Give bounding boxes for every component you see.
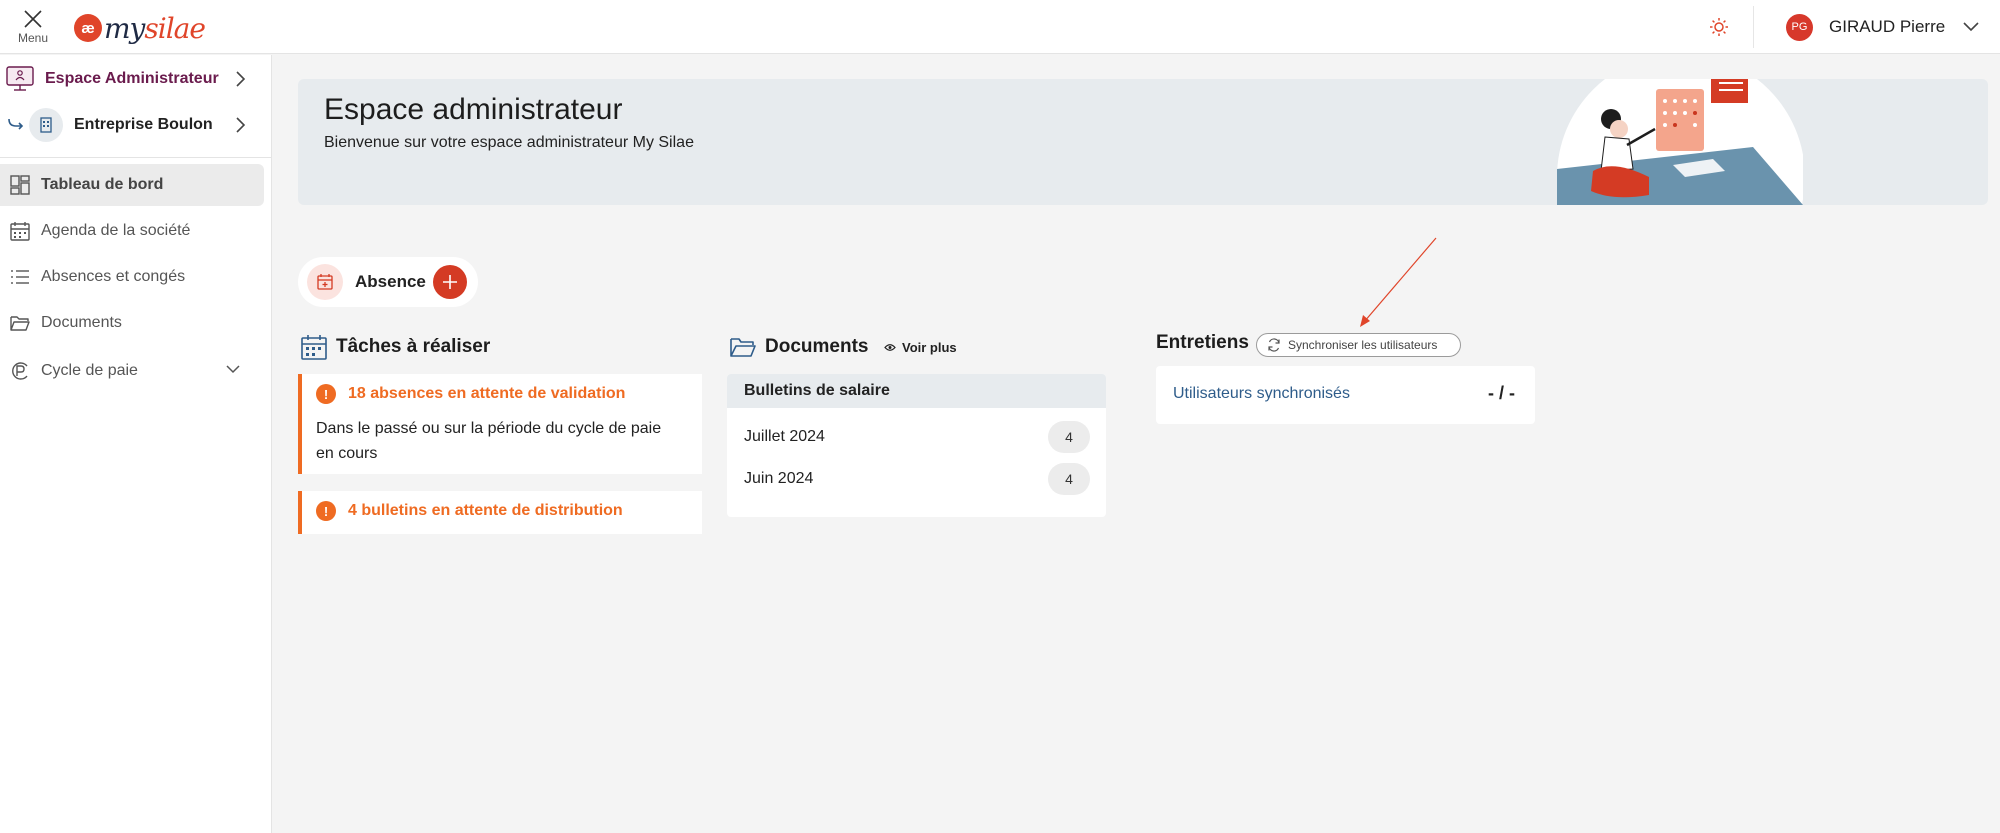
document-count-badge: 4 <box>1048 421 1090 453</box>
annotation-arrow <box>1360 237 1437 327</box>
see-more-link[interactable]: Voir plus <box>884 340 957 355</box>
warning-icon: ! <box>316 384 336 404</box>
list-item[interactable]: Juillet 2024 4 <box>727 420 1106 454</box>
chevron-down-icon <box>226 365 240 374</box>
see-more-label: Voir plus <box>902 340 957 355</box>
close-icon <box>24 10 42 28</box>
folder-icon <box>730 338 756 357</box>
mysilae-logo[interactable]: æ mysilae <box>74 8 206 48</box>
sidebar-item-label: Absences et congés <box>41 268 186 285</box>
building-icon <box>29 108 63 142</box>
sidebar-item-label: Tableau de bord <box>41 176 164 193</box>
sub-arrow-icon <box>8 118 24 130</box>
page-subtitle: Bienvenue sur votre espace administrateu… <box>324 134 694 151</box>
task-description: Dans le passé ou sur la période du cycle… <box>316 420 662 462</box>
logo-text: mysilae <box>104 11 206 45</box>
sidebar-item-agenda[interactable]: Agenda de la société <box>0 210 264 252</box>
sidebar-item-label: Agenda de la société <box>41 222 191 239</box>
task-item[interactable]: ! 4 bulletins en attente de distribution <box>298 491 702 534</box>
payroll-icon <box>12 362 28 380</box>
sidebar-item-payroll-cycle[interactable]: Cycle de paie <box>0 350 264 392</box>
calendar-absence-icon <box>307 264 343 300</box>
interviews-title: Entretiens <box>1156 332 1249 353</box>
space-admin-label: Espace Administrateur <box>45 70 219 87</box>
plus-icon <box>443 275 457 289</box>
list-icon <box>11 270 29 284</box>
add-absence-button[interactable] <box>433 265 467 299</box>
calendar-icon <box>10 222 30 241</box>
sidebar-item-label: Cycle de paie <box>41 362 138 379</box>
welcome-banner: Espace administrateur Bienvenue sur votr… <box>298 79 1988 205</box>
sidebar-item-label: Documents <box>41 314 122 331</box>
tasks-title: Tâches à réaliser <box>336 336 491 357</box>
task-title: 18 absences en attente de validation <box>348 385 626 402</box>
interviews-header: Entretiens <box>1148 328 1249 358</box>
list-item[interactable]: Juin 2024 4 <box>727 462 1106 496</box>
top-bar: Menu æ mysilae PG GIRAUD Pierre <box>0 0 2000 54</box>
document-count-badge: 4 <box>1048 463 1090 495</box>
sidebar-item-absences[interactable]: Absences et congés <box>0 256 264 298</box>
sync-users-button[interactable]: Synchroniser les utilisateurs <box>1256 333 1461 357</box>
tasks-header: Tâches à réaliser <box>300 332 490 362</box>
menu-button[interactable]: Menu <box>14 8 52 48</box>
chevron-right-icon <box>236 117 246 133</box>
sidebar-item-dashboard[interactable]: Tableau de bord <box>0 164 264 206</box>
logo-badge: æ <box>74 14 102 42</box>
document-period: Juin 2024 <box>744 470 814 487</box>
admin-monitor-icon <box>6 66 34 91</box>
user-menu[interactable]: PG GIRAUD Pierre <box>1786 13 1979 41</box>
document-period: Juillet 2024 <box>744 428 825 445</box>
sync-users-label: Synchroniser les utilisateurs <box>1288 338 1438 352</box>
space-selector-admin[interactable]: Espace Administrateur <box>0 59 272 99</box>
chevron-down-icon <box>1963 22 1979 32</box>
absence-quick-action[interactable]: Absence <box>298 257 478 307</box>
chevron-right-icon <box>236 71 246 87</box>
payslips-group-title: Bulletins de salaire <box>727 374 1106 408</box>
sun-icon[interactable] <box>1708 16 1730 38</box>
sidebar-item-documents[interactable]: Documents <box>0 302 264 344</box>
menu-label: Menu <box>17 31 49 45</box>
task-title: 4 bulletins en attente de distribution <box>348 502 623 519</box>
absence-label: Absence <box>355 272 426 291</box>
synced-users-label[interactable]: Utilisateurs synchronisés <box>1173 385 1350 403</box>
dashboard-icon <box>10 175 30 195</box>
avatar: PG <box>1786 13 1813 41</box>
interviews-card: Utilisateurs synchronisés - / - <box>1156 366 1535 424</box>
topbar-divider <box>1753 6 1754 48</box>
space-selector-company[interactable]: Entreprise Boulon <box>0 105 272 145</box>
user-name: GIRAUD Pierre <box>1829 17 1946 36</box>
sidebar-divider <box>0 157 272 158</box>
documents-card: Bulletins de salaire Juillet 2024 4 Juin… <box>727 374 1106 517</box>
calendar-icon <box>301 335 327 360</box>
sidebar: Espace Administrateur Entreprise Boulon … <box>0 55 272 833</box>
warning-icon: ! <box>316 501 336 521</box>
synced-users-value: - / - <box>1488 383 1515 403</box>
admin-illustration <box>1557 79 1803 205</box>
documents-title: Documents <box>765 336 869 357</box>
page-title: Espace administrateur <box>324 93 623 126</box>
folder-icon <box>10 316 30 331</box>
refresh-icon <box>1268 338 1280 352</box>
space-company-label: Entreprise Boulon <box>74 116 213 133</box>
eye-icon <box>884 344 896 351</box>
task-item[interactable]: ! 18 absences en attente de validation D… <box>298 374 702 474</box>
documents-header: Documents <box>729 332 868 362</box>
